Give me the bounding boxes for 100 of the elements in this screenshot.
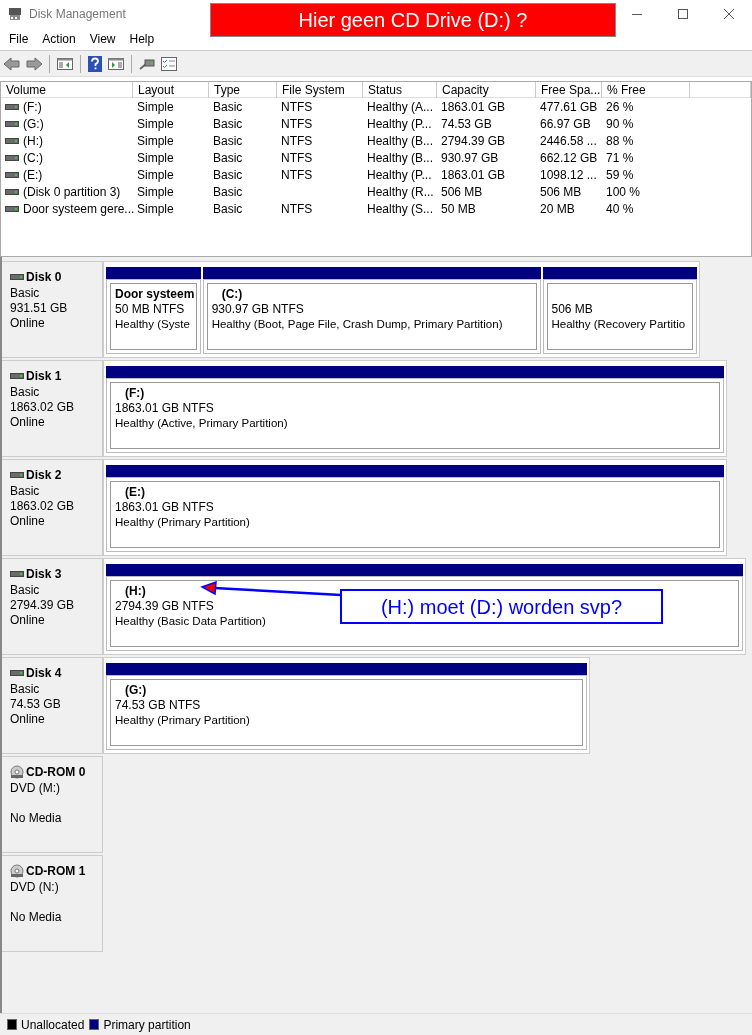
table-cell-text: Simple [137, 200, 174, 218]
drive-icon [5, 136, 19, 145]
disk-label-panel[interactable]: Disk 1 Basic 1863.02 GB Online [2, 360, 103, 457]
help-icon[interactable] [87, 54, 103, 73]
disk-label-panel[interactable]: Disk 0 Basic 931.51 GB Online [2, 261, 103, 358]
drive-icon [10, 471, 24, 479]
disk-size: 1863.02 GB [10, 499, 76, 514]
disk-name: CD-ROM 1 [26, 863, 86, 880]
table-cell-text: 2446.58 ... [540, 132, 597, 150]
column-header[interactable]: Capacity [437, 82, 536, 98]
disk-type: Basic [10, 385, 41, 400]
column-header[interactable]: Free Spa... [536, 82, 602, 98]
menu-item[interactable]: Help [122, 30, 162, 48]
disk-label-panel[interactable]: Disk 4 Basic 74.53 GB Online [2, 657, 103, 754]
column-header[interactable]: Type [209, 82, 277, 98]
forward-arrow-icon[interactable] [25, 55, 43, 72]
partition-label: (E:) [124, 485, 145, 500]
column-header[interactable]: % Free [602, 82, 690, 98]
partition-size: 506 MB [551, 302, 593, 317]
column-header[interactable]: File System [277, 82, 363, 98]
table-cell-text: Basic [213, 115, 243, 133]
disk-name: Disk 0 [26, 269, 62, 286]
table-cell-text: 1863.01 GB [441, 166, 506, 184]
disk-label-panel[interactable]: CD-ROM 1 DVD (N:) No Media [2, 855, 103, 952]
column-header[interactable]: Volume [1, 82, 133, 98]
partition-size: 1863.01 GB NTFS [115, 500, 214, 515]
table-cell-text: 20 MB [540, 200, 575, 218]
table-cell-text: NTFS [281, 200, 313, 218]
table-cell-text: NTFS [281, 166, 313, 184]
table-cell-text: Healthy (S... [367, 200, 434, 218]
table-cell-text: 71 % [606, 149, 634, 167]
back-arrow-icon[interactable] [3, 55, 21, 72]
disk-label-panel[interactable]: Disk 2 Basic 1863.02 GB Online [2, 459, 103, 556]
window-title: Disk Management [29, 6, 126, 23]
disk-type: Basic [10, 682, 41, 697]
table-cell-text: Simple [137, 166, 174, 184]
legend-label: Unallocated [21, 1016, 85, 1034]
drive-icon [5, 170, 19, 179]
menu-item[interactable]: File [2, 30, 36, 48]
disk-size: 2794.39 GB [10, 598, 76, 613]
disk-status: Online [10, 613, 46, 628]
table-cell-text: (E:) [23, 166, 43, 184]
column-header[interactable]: Status [363, 82, 437, 98]
partition-label: (F:) [124, 386, 145, 401]
checklist-icon[interactable] [160, 55, 178, 72]
partition-status: Healthy (Primary Partition) [115, 713, 250, 728]
drive-icon [5, 204, 19, 213]
table-cell-text: NTFS [281, 132, 313, 150]
table-cell-text: Basic [213, 149, 243, 167]
table-cell-text: Basic [213, 98, 243, 116]
table-cell-text: 506 MB [441, 183, 483, 201]
panel-icon[interactable] [107, 55, 125, 72]
table-cell-text: Basic [213, 200, 243, 218]
table-cell-text: 2794.39 GB [441, 132, 506, 150]
table-cell-text: 506 MB [540, 183, 582, 201]
drive-icon [10, 669, 24, 677]
partition-size: 50 MB NTFS [115, 302, 185, 317]
menu-item[interactable]: Action [35, 30, 83, 48]
table-cell-text: Healthy (P... [367, 115, 432, 133]
disk-label-panel[interactable]: Disk 3 Basic 2794.39 GB Online [2, 558, 103, 655]
column-header[interactable]: Layout [133, 82, 209, 98]
table-cell-text: 90 % [606, 115, 634, 133]
disk-type: Basic [10, 286, 41, 301]
partition-label: (G:) [124, 683, 147, 698]
table-cell-text: 59 % [606, 166, 634, 184]
table-cell-text: Basic [213, 183, 243, 201]
panel-icon[interactable] [56, 55, 74, 72]
disc-drive-icon [10, 864, 24, 878]
table-cell-text: Healthy (R... [367, 183, 434, 201]
disk-size: 74.53 GB [10, 697, 62, 712]
partition-label: (C:) [220, 287, 243, 302]
table-cell-text: (F:) [23, 98, 42, 116]
disk-name: Disk 4 [26, 665, 62, 682]
annotation-callout: (H:) moet (D:) worden svp? [340, 589, 663, 624]
table-cell-text: (G:) [23, 115, 44, 133]
partition-status: Healthy (Boot, Page File, Crash Dump, Primary Partition) [211, 317, 503, 332]
menu-item[interactable]: View [82, 30, 123, 48]
disk-name: Disk 1 [26, 368, 62, 385]
table-cell-text: 40 % [606, 200, 634, 218]
table-cell-text: 1098.12 ... [540, 166, 597, 184]
partition-size: 1863.01 GB NTFS [115, 401, 214, 416]
partition-size: 2794.39 GB NTFS [115, 599, 214, 614]
drive-icon [5, 119, 19, 128]
table-cell-text: 26 % [606, 98, 634, 116]
table-cell-text: NTFS [281, 115, 313, 133]
table-cell-text: 50 MB [441, 200, 476, 218]
table-cell-text: 66.97 GB [540, 115, 591, 133]
disk-size: 1863.02 GB [10, 400, 76, 415]
disk-name: CD-ROM 0 [26, 764, 86, 781]
disk-status: No Media [10, 910, 63, 925]
table-cell-text: 100 % [606, 183, 641, 201]
disk-type: DVD (N:) [10, 880, 60, 895]
disk-label-panel[interactable]: CD-ROM 0 DVD (M:) No Media [2, 756, 103, 853]
partition-status: Healthy (Recovery Partitio [551, 317, 686, 332]
partition-status: Healthy (Active, Primary Partition) [115, 416, 288, 431]
table-cell-text: Healthy (B... [367, 149, 434, 167]
drive-icon [5, 102, 19, 111]
drive-icon [10, 273, 24, 281]
partition-status: Healthy (Basic Data Partition) [115, 614, 266, 629]
table-cell-text: NTFS [281, 149, 313, 167]
